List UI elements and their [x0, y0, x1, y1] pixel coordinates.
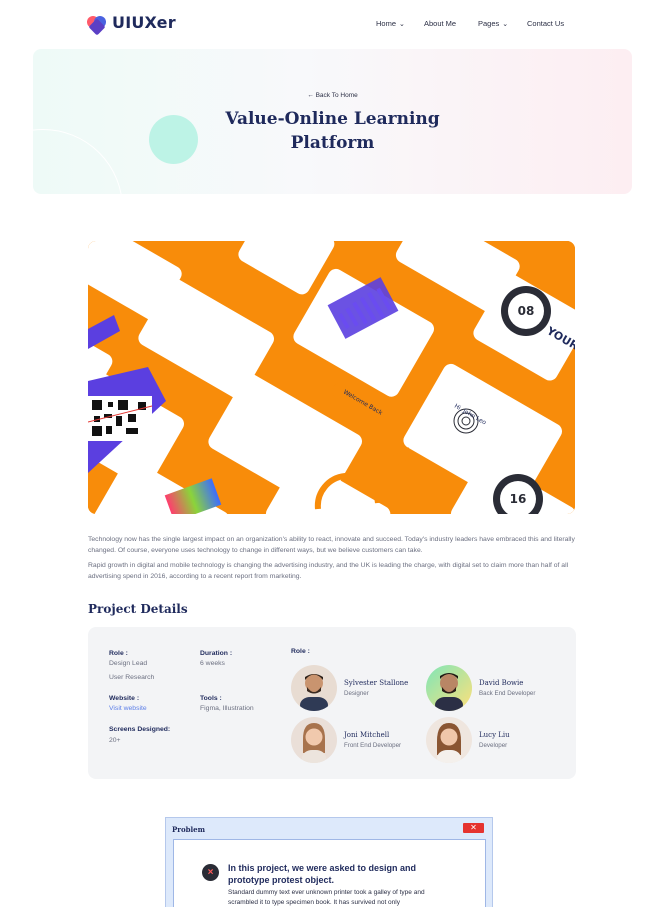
team-role-label: Role :	[291, 648, 310, 655]
member-name: David Bowie	[479, 679, 524, 687]
member-role: Front End Developer	[344, 742, 402, 749]
website-label: Website :	[109, 695, 140, 702]
nav-item-label: Home	[376, 19, 397, 28]
project-details-title: Project Details	[88, 602, 188, 616]
nav-item-label: About Me	[424, 19, 457, 28]
duration-value: 6 weeks	[200, 660, 225, 667]
nav-item-label: Contact Us	[527, 19, 565, 28]
member-role: Developer	[479, 742, 508, 749]
screens-designed-label: Screens Designed:	[109, 726, 171, 733]
role-value-1: Design Lead	[109, 660, 148, 667]
growth-paragraph: Rapid growth in digital and mobile techn…	[88, 562, 569, 580]
chevron-down-icon: ⌄	[502, 20, 509, 28]
window-title: Problem	[172, 825, 206, 834]
logo-heart-icon	[87, 14, 107, 35]
problem-body: Standard dummy text ever unknown printer…	[228, 889, 425, 906]
hero-banner: ← Back To Home Value-Online Learning Pla…	[33, 49, 632, 194]
avatar	[426, 717, 472, 763]
error-x-icon: ×	[202, 864, 219, 881]
visit-website-link[interactable]: Visit website	[109, 705, 147, 712]
back-to-home-link[interactable]: ← Back To Home	[33, 92, 632, 99]
member-name: Sylvester Stallone	[344, 679, 409, 687]
counter-bottom-text: 16	[510, 492, 527, 506]
problem-heading: In this project, we were asked to design…	[228, 863, 417, 885]
nav-item-about[interactable]: About Me	[424, 19, 456, 28]
nav-item-home[interactable]: Home ⌄	[376, 19, 405, 28]
problem-window: Problem ✕ × In this project, we were ask…	[165, 817, 493, 907]
role-label: Role :	[109, 650, 128, 657]
arrow-left-icon: ←	[307, 92, 314, 99]
intro-paragraph: Technology now has the single largest im…	[88, 536, 575, 554]
role-value-2: User Research	[109, 674, 155, 681]
member-role: Back End Developer	[479, 690, 536, 697]
chevron-down-icon: ⌄	[399, 20, 405, 28]
team-member: Lucy Liu Developer	[426, 717, 510, 763]
counter-top-text: 08	[518, 304, 535, 318]
nav-item-contact[interactable]: Contact Us	[527, 19, 564, 28]
screens-designed-value: 20+	[109, 737, 121, 744]
brand-name: UIUXer	[112, 13, 176, 32]
team-member: Joni Mitchell Front End Developer	[291, 717, 401, 763]
tools-label: Tools :	[200, 695, 222, 702]
avatar	[426, 665, 472, 711]
top-navigation: UIUXer Home ⌄ About Me Pages ⌄ Contact U…	[0, 0, 664, 48]
tools-value: Figma, Illustration	[200, 705, 254, 712]
window-title-bar: Problem ✕	[166, 818, 492, 838]
back-label: Back To Home	[315, 92, 358, 99]
team-member: David Bowie Back End Developer	[426, 665, 535, 711]
nav-item-pages[interactable]: Pages ⌄	[478, 19, 508, 28]
team-member: Sylvester Stallone Designer	[291, 665, 408, 711]
avatar	[291, 665, 337, 711]
nav-item-label: Pages	[478, 19, 500, 28]
project-details-card: Role : Design Lead User Research Duratio…	[88, 627, 576, 779]
duration-label: Duration :	[200, 650, 233, 657]
isometric-phones-illustration: 08 16 YOUR SC Welco	[88, 241, 575, 514]
member-name: Lucy Liu	[479, 731, 510, 739]
member-name: Joni Mitchell	[344, 731, 390, 739]
brand-logo[interactable]: UIUXer	[87, 13, 176, 35]
avatar	[291, 717, 337, 763]
page-title-line2: Platform	[290, 133, 375, 153]
project-showcase-image: 08 16 YOUR SC Welco	[88, 241, 575, 514]
member-role: Designer	[344, 690, 369, 697]
problem-content: × In this project, we were asked to desi…	[173, 839, 486, 907]
close-button[interactable]: ✕	[463, 823, 484, 833]
page-title: Value-Online Learning Platform	[33, 107, 632, 155]
page-title-line1: Value-Online Learning	[225, 109, 440, 129]
